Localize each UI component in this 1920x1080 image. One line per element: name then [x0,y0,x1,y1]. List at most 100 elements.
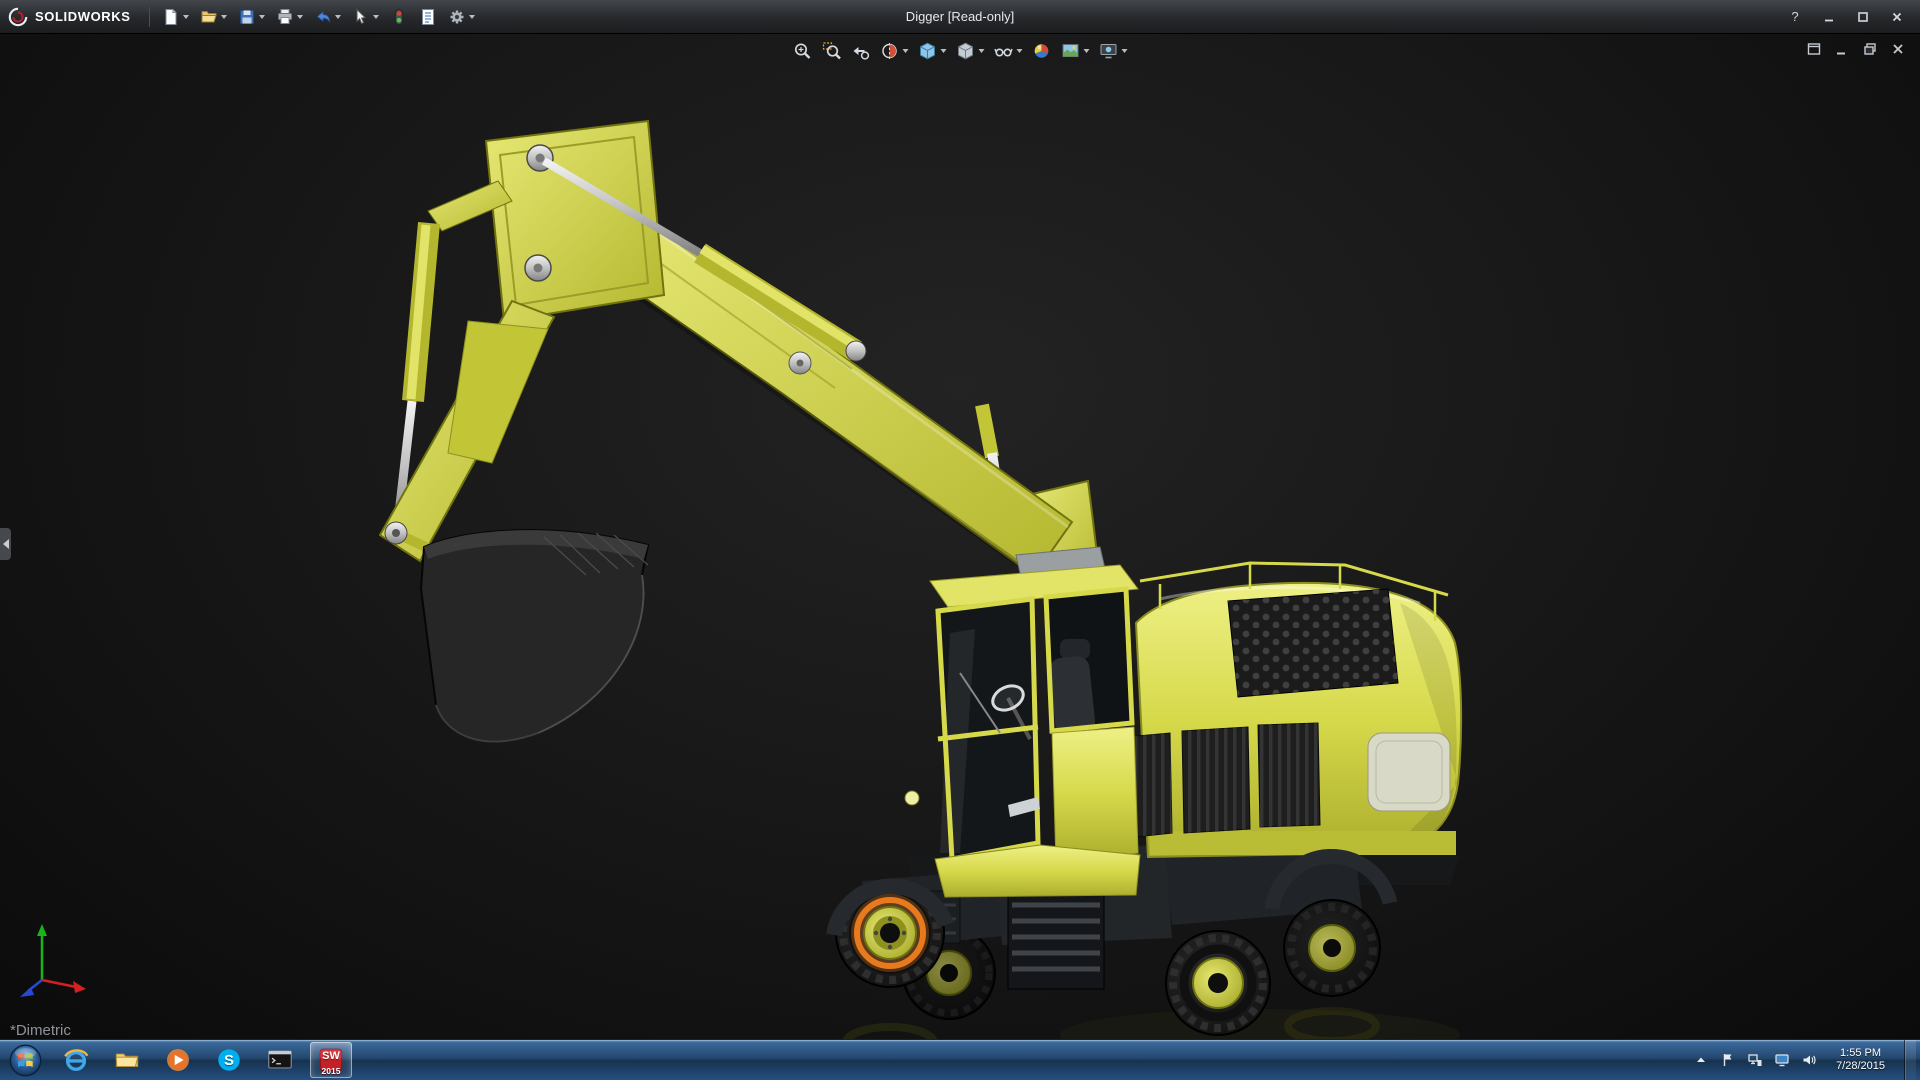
window-title: Digger [Read-only] [905,9,1015,24]
close-button[interactable] [1888,8,1906,26]
print-button[interactable] [272,4,307,30]
dropdown-caret [372,14,379,19]
skype-button[interactable]: S [208,1042,250,1078]
solidworks-icon [319,1048,343,1072]
dropdown-caret [978,49,985,53]
section-view-button[interactable] [878,40,911,62]
file-explorer-button[interactable] [106,1042,148,1078]
apply-scene-button[interactable] [1059,40,1092,62]
section-view-icon [882,43,897,59]
show-desktop-button[interactable] [1904,1040,1916,1080]
boom[interactable] [597,210,1074,578]
maximize-button[interactable] [1854,8,1872,26]
zoom-to-fit-button[interactable] [791,40,815,62]
tray-clock[interactable]: 1:55 PM 7/28/2015 [1828,1047,1893,1074]
cylinder-end-boss[interactable] [845,340,867,362]
file-explorer-icon [115,1053,139,1067]
excavator-model[interactable] [0,33,1920,1040]
zoom-to-area-icon [822,42,841,60]
orientation-label: *Dimetric [10,1022,71,1039]
print-icon [277,8,292,24]
previous-view-icon [853,47,870,60]
view-orientation-icon [920,42,935,60]
new-button[interactable] [158,4,193,30]
close-icon [1892,12,1902,21]
command-prompt-button[interactable] [259,1042,301,1078]
clock-date: 7/28/2015 [1836,1060,1885,1072]
hide-show-items-button[interactable] [992,40,1025,62]
volume-icon [1803,1055,1816,1065]
network-button[interactable] [1745,1049,1765,1071]
previous-view-button[interactable] [849,40,873,62]
start-button[interactable] [4,1042,46,1078]
network-icon [1748,1054,1762,1066]
rebuild-button[interactable] [386,4,412,30]
minimize-button[interactable] [1820,8,1838,26]
window-menu-button[interactable] [1806,41,1822,57]
dropdown-caret [1121,49,1128,53]
solidworks-button[interactable]: SW 2015 [310,1042,352,1078]
display-style-button[interactable] [954,40,987,62]
document-window-controls [1806,41,1906,57]
brand-name: SOLIDWORKS [35,9,131,24]
file-properties-button[interactable] [415,4,441,30]
cab-door-panel[interactable] [1051,726,1139,862]
zoom-to-area-button[interactable] [820,40,844,62]
edit-appearance-button[interactable] [1030,40,1054,62]
minimize-doc-button[interactable] [1834,41,1850,57]
undo-icon [316,10,330,23]
internet-explorer-icon [64,1049,89,1072]
hidden-icons-button[interactable] [1691,1049,1711,1071]
cab[interactable] [904,546,1141,898]
dropdown-caret [1016,49,1023,53]
zoom-to-fit-icon [794,43,811,59]
dropdown-caret [334,14,341,19]
dropdown-caret [1083,49,1090,53]
wheel-rear-left[interactable] [1165,930,1271,1036]
taskbar: S SW 2015 1:55 PM 7/28/2015 [0,1039,1920,1080]
apex-plate[interactable] [484,119,666,323]
restore-doc-button[interactable] [1862,41,1878,57]
tray-icons [1691,1049,1819,1071]
rear-panel-window [1367,732,1451,812]
lift-cylinder-tube[interactable] [975,403,999,459]
engine-housing[interactable] [1114,561,1463,859]
orientation-triad [20,924,86,997]
dropdown-caret [468,14,475,19]
minimize-icon [1825,19,1833,21]
save-button[interactable] [234,4,269,30]
link-pin-a-center [392,529,400,537]
wheel-rear-right[interactable] [1283,899,1381,997]
main-toolbar [158,4,479,30]
options-button[interactable] [444,4,479,30]
volume-button[interactable] [1799,1049,1819,1071]
skype-icon [218,1049,240,1071]
display-button[interactable] [1772,1049,1792,1071]
bucket[interactable] [419,529,650,743]
display-style-icon [958,42,973,60]
title-bar: SOLIDWORKS Digger [Read-only] ? [0,0,1920,34]
graphics-area[interactable]: *Dimetric [0,33,1920,1040]
stick-gusset [447,320,549,464]
display-icon [1775,1054,1789,1067]
view-settings-icon [1100,44,1117,59]
internet-explorer-button[interactable] [55,1042,97,1078]
plate-pin-top-center [535,153,545,163]
undo-button[interactable] [310,4,345,30]
view-orientation-button[interactable] [916,40,949,62]
collapse-panel-arrow[interactable] [0,528,11,560]
y-axis-arrow [37,924,47,936]
boom-joint-pin-center [796,359,804,367]
top-grille-holes [1228,589,1398,697]
media-player-button[interactable] [157,1042,199,1078]
select-button[interactable] [348,4,383,30]
flag-button[interactable] [1718,1049,1738,1071]
open-button[interactable] [196,4,231,30]
view-settings-button[interactable] [1097,40,1130,62]
help-button[interactable]: ? [1786,8,1804,26]
minimize-doc-icon [1837,52,1845,55]
select-icon [356,7,366,24]
save-icon [239,9,254,24]
open-icon [201,10,217,22]
close-doc-button[interactable] [1890,41,1906,57]
